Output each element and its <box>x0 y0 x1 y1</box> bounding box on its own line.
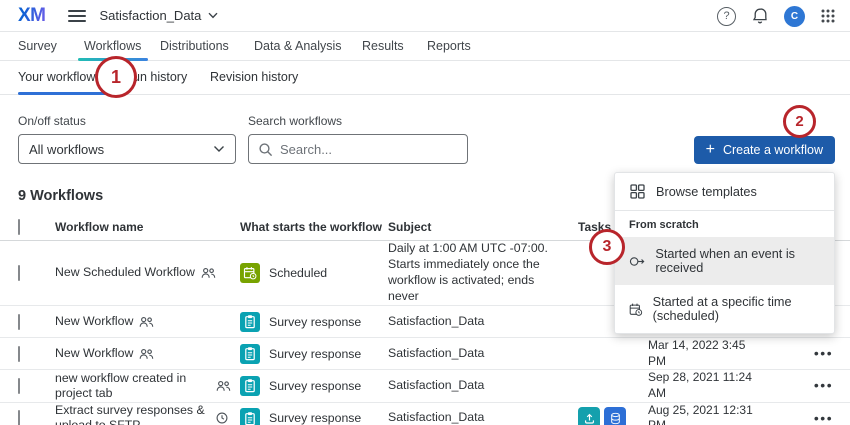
help-icon[interactable]: ? <box>717 6 736 26</box>
schedule-icon <box>629 303 643 316</box>
project-nav: Survey Workflows Distributions Data & An… <box>0 32 850 61</box>
avatar[interactable]: C <box>784 5 805 27</box>
scheduled-event-icon <box>240 262 260 283</box>
extract-upload-icon[interactable] <box>578 407 600 425</box>
create-workflow-button[interactable]: + Create a workflow <box>693 136 835 164</box>
tab-reports[interactable]: Reports <box>427 39 471 53</box>
search-field-wrap <box>248 134 468 164</box>
tab-data-analysis[interactable]: Data & Analysis <box>254 39 342 53</box>
menu-section-label: From scratch <box>629 219 699 231</box>
header-starter: What starts the workflow <box>240 220 383 234</box>
annotation-step-2: 2 <box>783 105 816 138</box>
workflow-subject: Satisfaction_Data <box>388 313 485 328</box>
last-modified: Aug 25, 2021 12:31 PM <box>648 402 753 425</box>
survey-event-icon <box>240 375 260 396</box>
last-modified: Sep 28, 2021 11:24 AM <box>648 370 752 400</box>
row-actions-menu-icon[interactable]: ••• <box>814 345 839 361</box>
workflow-subject: Daily at 1:00 AM UTC -07:00. Starts imme… <box>388 241 548 303</box>
people-icon <box>216 380 231 392</box>
workflow-name[interactable]: Extract survey responses & upload to SFT… <box>55 403 210 425</box>
workflow-name[interactable]: New Workflow <box>55 346 133 361</box>
project-title: Satisfaction_Data <box>99 8 202 23</box>
workflows-page: XM Satisfaction_Data ? C Survey Workflow… <box>0 0 850 425</box>
project-switcher[interactable]: Satisfaction_Data <box>100 8 219 23</box>
starter-label: Survey response <box>269 378 362 393</box>
menu-item-browse-templates[interactable]: Browse templates <box>615 173 834 210</box>
hamburger-menu-icon[interactable] <box>67 9 86 22</box>
clock-icon <box>216 412 228 424</box>
people-icon <box>139 348 154 360</box>
status-filter-label: On/off status <box>18 114 86 128</box>
search-filter-label: Search workflows <box>248 114 343 128</box>
menu-item-scheduled-workflow[interactable]: Started at a specific time (scheduled) <box>615 285 834 333</box>
top-bar: XM Satisfaction_Data ? C <box>0 0 850 32</box>
annotation-step-3: 3 <box>589 229 625 265</box>
row-checkbox[interactable] <box>18 345 20 362</box>
workflow-subject: Satisfaction_Data <box>388 345 485 360</box>
tab-distributions[interactable]: Distributions <box>160 39 229 53</box>
active-subtab-underline <box>18 92 106 95</box>
last-modified: Mar 14, 2022 3:45 PM <box>648 338 746 368</box>
search-input[interactable] <box>280 141 430 157</box>
row-checkbox[interactable] <box>18 264 20 281</box>
starter-label: Survey response <box>269 314 362 329</box>
starter-label: Survey response <box>269 411 362 425</box>
people-icon <box>139 316 154 328</box>
workflow-table-row: New Workflow Survey response Satisfaction_… <box>0 338 850 371</box>
row-checkbox[interactable] <box>18 313 20 330</box>
workflow-table-row: Extract survey responses & upload to SFT… <box>0 403 850 425</box>
chevron-down-icon <box>208 12 218 19</box>
workflow-subject: Satisfaction_Data <box>388 410 485 425</box>
row-actions-menu-icon[interactable]: ••• <box>814 410 839 425</box>
subtab-revision-history[interactable]: Revision history <box>210 70 298 84</box>
app-grid-icon[interactable] <box>820 8 836 24</box>
row-checkbox[interactable] <box>18 410 20 425</box>
status-filter-select[interactable]: All workflows <box>18 134 236 164</box>
starter-label: Scheduled <box>269 265 328 280</box>
tab-survey[interactable]: Survey <box>18 39 57 53</box>
row-checkbox[interactable] <box>18 377 20 394</box>
select-all-checkbox[interactable] <box>18 219 20 235</box>
menu-item-event-workflow[interactable]: Started when an event is received <box>615 237 834 285</box>
search-icon <box>259 142 273 156</box>
people-icon <box>201 267 216 279</box>
workflow-name[interactable]: new workflow created in project tab <box>55 371 210 402</box>
workflow-table-row: new workflow created in project tab Surve… <box>0 370 850 403</box>
tab-workflows[interactable]: Workflows <box>84 39 141 53</box>
chevron-down-icon <box>214 146 224 152</box>
status-filter-value: All workflows <box>29 141 105 157</box>
starter-label: Survey response <box>269 346 362 361</box>
workflow-name[interactable]: New Workflow <box>55 314 133 329</box>
plus-icon: + <box>705 141 715 158</box>
event-icon <box>629 256 645 266</box>
xm-logo: XM <box>18 4 46 26</box>
workflow-count-heading: 9 Workflows <box>18 188 104 204</box>
row-actions-menu-icon[interactable]: ••• <box>814 377 839 393</box>
header-subject: Subject <box>388 220 432 234</box>
create-workflow-menu: Browse templates From scratch Started wh… <box>614 172 835 334</box>
survey-event-icon <box>240 408 260 425</box>
subtab-your-workflows[interactable]: Your workflows <box>18 70 102 84</box>
header-workflow-name: Workflow name <box>55 220 144 234</box>
workflow-name[interactable]: New Scheduled Workflow <box>55 265 195 280</box>
workflow-subject: Satisfaction_Data <box>388 377 485 392</box>
browse-templates-icon <box>630 184 645 199</box>
survey-event-icon <box>240 343 260 364</box>
notifications-bell-icon[interactable] <box>751 7 769 25</box>
web-service-icon[interactable] <box>604 407 626 425</box>
tab-results[interactable]: Results <box>362 39 404 53</box>
survey-event-icon <box>240 311 260 332</box>
annotation-step-1: 1 <box>95 56 137 98</box>
